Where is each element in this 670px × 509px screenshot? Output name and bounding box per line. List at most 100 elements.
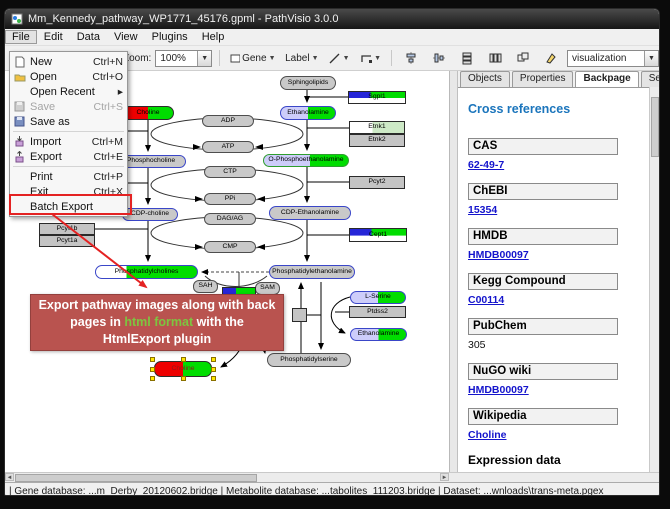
- section-header: Kegg Compound: [468, 273, 618, 290]
- menu-edit[interactable]: Edit: [37, 30, 70, 44]
- selection-handle[interactable]: [150, 357, 155, 362]
- pathway-node-ctp[interactable]: CTP: [204, 166, 256, 178]
- highlight-button[interactable]: [539, 48, 563, 68]
- xref-link[interactable]: C00114: [468, 294, 649, 306]
- pathway-node-sgpl1[interactable]: Sgpl1: [348, 91, 406, 104]
- selection-handle[interactable]: [211, 376, 216, 381]
- visualization-dropdown-icon[interactable]: ▼: [644, 51, 658, 66]
- visualization-value: visualization: [572, 53, 626, 64]
- xref-section-chebi: ChEBI 15354: [468, 183, 649, 216]
- pathway-node-ppi[interactable]: PPi: [204, 193, 256, 205]
- pathway-node-sah[interactable]: SAH: [193, 280, 218, 293]
- tab-search[interactable]: Search: [641, 71, 659, 87]
- pathway-node-pcyt1b[interactable]: Pcyt1b: [39, 223, 95, 235]
- horizontal-scrollbar[interactable]: ◄ ►: [5, 472, 659, 482]
- scrollbar-thumb[interactable]: [651, 97, 659, 157]
- pathway-node-ethanolamine-top[interactable]: Ethanolamine: [280, 106, 336, 120]
- xref-value: 305: [468, 339, 649, 351]
- menu-separator: [13, 131, 124, 132]
- file-menu-save[interactable]: SaveCtrl+S: [10, 99, 127, 114]
- pathway-node-phosphatidylethanolamine[interactable]: Phosphatidylethanolamine: [269, 265, 355, 279]
- menu-help[interactable]: Help: [195, 30, 232, 44]
- pathway-node-cmp[interactable]: CMP: [204, 241, 256, 253]
- panel-vertical-scrollbar[interactable]: [649, 87, 659, 472]
- new-gene-button[interactable]: Gene▼: [227, 48, 278, 68]
- selection-handle[interactable]: [150, 367, 155, 372]
- xref-link[interactable]: HMDB00097: [468, 384, 649, 396]
- connector-tool-button[interactable]: ▼: [357, 48, 384, 68]
- file-menu-open-recent[interactable]: Open Recent▸: [10, 84, 127, 99]
- submenu-arrow-icon: ▸: [118, 86, 123, 98]
- file-menu-print[interactable]: PrintCtrl+P: [10, 169, 127, 184]
- export-icon: [13, 151, 26, 163]
- pathway-node-cdp-ethanolamine[interactable]: CDP-Ethanolamine: [269, 206, 351, 220]
- selection-handle[interactable]: [150, 376, 155, 381]
- tab-backpage[interactable]: Backpage: [575, 71, 638, 87]
- file-menu-open[interactable]: OpenCtrl+O: [10, 69, 127, 84]
- pathway-node-atp[interactable]: ATP: [202, 141, 254, 153]
- section-header: ChEBI: [468, 183, 618, 200]
- zoom-dropdown-icon[interactable]: ▼: [197, 51, 211, 66]
- xref-link[interactable]: 15354: [468, 204, 649, 216]
- pathway-node-ptdss2[interactable]: Ptdss2: [349, 306, 406, 318]
- menu-data[interactable]: Data: [70, 30, 107, 44]
- tab-properties[interactable]: Properties: [512, 71, 574, 87]
- pathway-node-etnk2[interactable]: Etnk2: [349, 134, 405, 147]
- scroll-right-icon[interactable]: ►: [440, 473, 449, 481]
- common-size-button[interactable]: [511, 48, 535, 68]
- title-bar[interactable]: Mm_Kennedy_pathway_WP1771_45176.gpml - P…: [5, 9, 659, 29]
- pathway-node-cdp-choline[interactable]: CDP-choline: [122, 208, 178, 221]
- line-tool-button[interactable]: ▼: [325, 48, 352, 68]
- scrollbar-thumb[interactable]: [15, 474, 257, 482]
- save-as-icon: [13, 116, 26, 128]
- pathway-node-etnk1[interactable]: Etnk1: [349, 121, 405, 134]
- file-menu-exit[interactable]: ExitCtrl+X: [10, 184, 127, 199]
- pathway-node-choline-selected[interactable]: Choline: [154, 361, 212, 377]
- import-icon: [13, 136, 26, 148]
- xref-section-hmdb: HMDB HMDB00097: [468, 228, 649, 261]
- stack-vertical-button[interactable]: [455, 48, 479, 68]
- scroll-left-icon[interactable]: ◄: [5, 473, 14, 481]
- pathway-node-dag-ag[interactable]: DAG/AG: [204, 213, 256, 225]
- panel-splitter[interactable]: [450, 71, 458, 472]
- selection-handle[interactable]: [181, 376, 186, 381]
- pathway-node-adp[interactable]: ADP: [202, 115, 254, 127]
- menu-file[interactable]: File: [5, 30, 37, 44]
- file-menu-batch-export[interactable]: Batch Export: [10, 199, 127, 214]
- file-menu-export[interactable]: ExportCtrl+E: [10, 149, 127, 164]
- pathway-node-sphingolipids[interactable]: Sphingolipids: [280, 76, 336, 90]
- pathway-node-pisd[interactable]: [292, 308, 307, 322]
- file-menu-new[interactable]: NewCtrl+N: [10, 54, 127, 69]
- file-menu-import[interactable]: ImportCtrl+M: [10, 134, 127, 149]
- pathway-node-phosphatidylserine[interactable]: Phosphatidylserine: [267, 353, 351, 367]
- pathway-node-choline-top[interactable]: Choline: [122, 106, 174, 120]
- menu-view[interactable]: View: [107, 30, 145, 44]
- pathway-node-pcyt1a[interactable]: Pcyt1a: [39, 235, 95, 247]
- selection-handle[interactable]: [211, 367, 216, 372]
- align-middle-button[interactable]: [427, 48, 451, 68]
- visualization-combobox[interactable]: visualization ▼: [567, 50, 659, 67]
- menu-plugins[interactable]: Plugins: [145, 30, 195, 44]
- pathway-node-ethanolamine-bottom[interactable]: Ethanolamine: [350, 328, 407, 341]
- stack-horizontal-button[interactable]: [483, 48, 507, 68]
- pathway-node-pcyt2[interactable]: Pcyt2: [349, 176, 405, 189]
- file-menu-save-as[interactable]: Save as: [10, 114, 127, 129]
- tab-objects[interactable]: Objects: [460, 71, 510, 87]
- gene-button-label: Gene: [242, 53, 266, 64]
- zoom-combobox[interactable]: 100% ▼: [155, 50, 212, 67]
- xref-link[interactable]: Choline: [468, 429, 649, 441]
- new-label-button[interactable]: Label▼: [283, 48, 322, 68]
- selection-handle[interactable]: [181, 357, 186, 362]
- pathway-node-cept1[interactable]: Cept1: [349, 228, 407, 242]
- pathway-node-phosphatidylcholines[interactable]: Phosphatidylcholines: [95, 265, 198, 279]
- connector-tool-icon: [360, 52, 373, 65]
- pathway-node-o-phosphoethanolamine[interactable]: O-Phosphoethanolamine: [263, 154, 349, 167]
- stack-horizontal-icon: [488, 51, 502, 65]
- save-icon: [13, 101, 26, 113]
- xref-link[interactable]: HMDB00097: [468, 249, 649, 261]
- cross-references-title: Cross references: [468, 102, 649, 116]
- pathway-node-l-serine[interactable]: L-Serine: [350, 291, 406, 304]
- xref-link[interactable]: 62-49-7: [468, 159, 649, 171]
- selection-handle[interactable]: [211, 357, 216, 362]
- align-center-button[interactable]: [399, 48, 423, 68]
